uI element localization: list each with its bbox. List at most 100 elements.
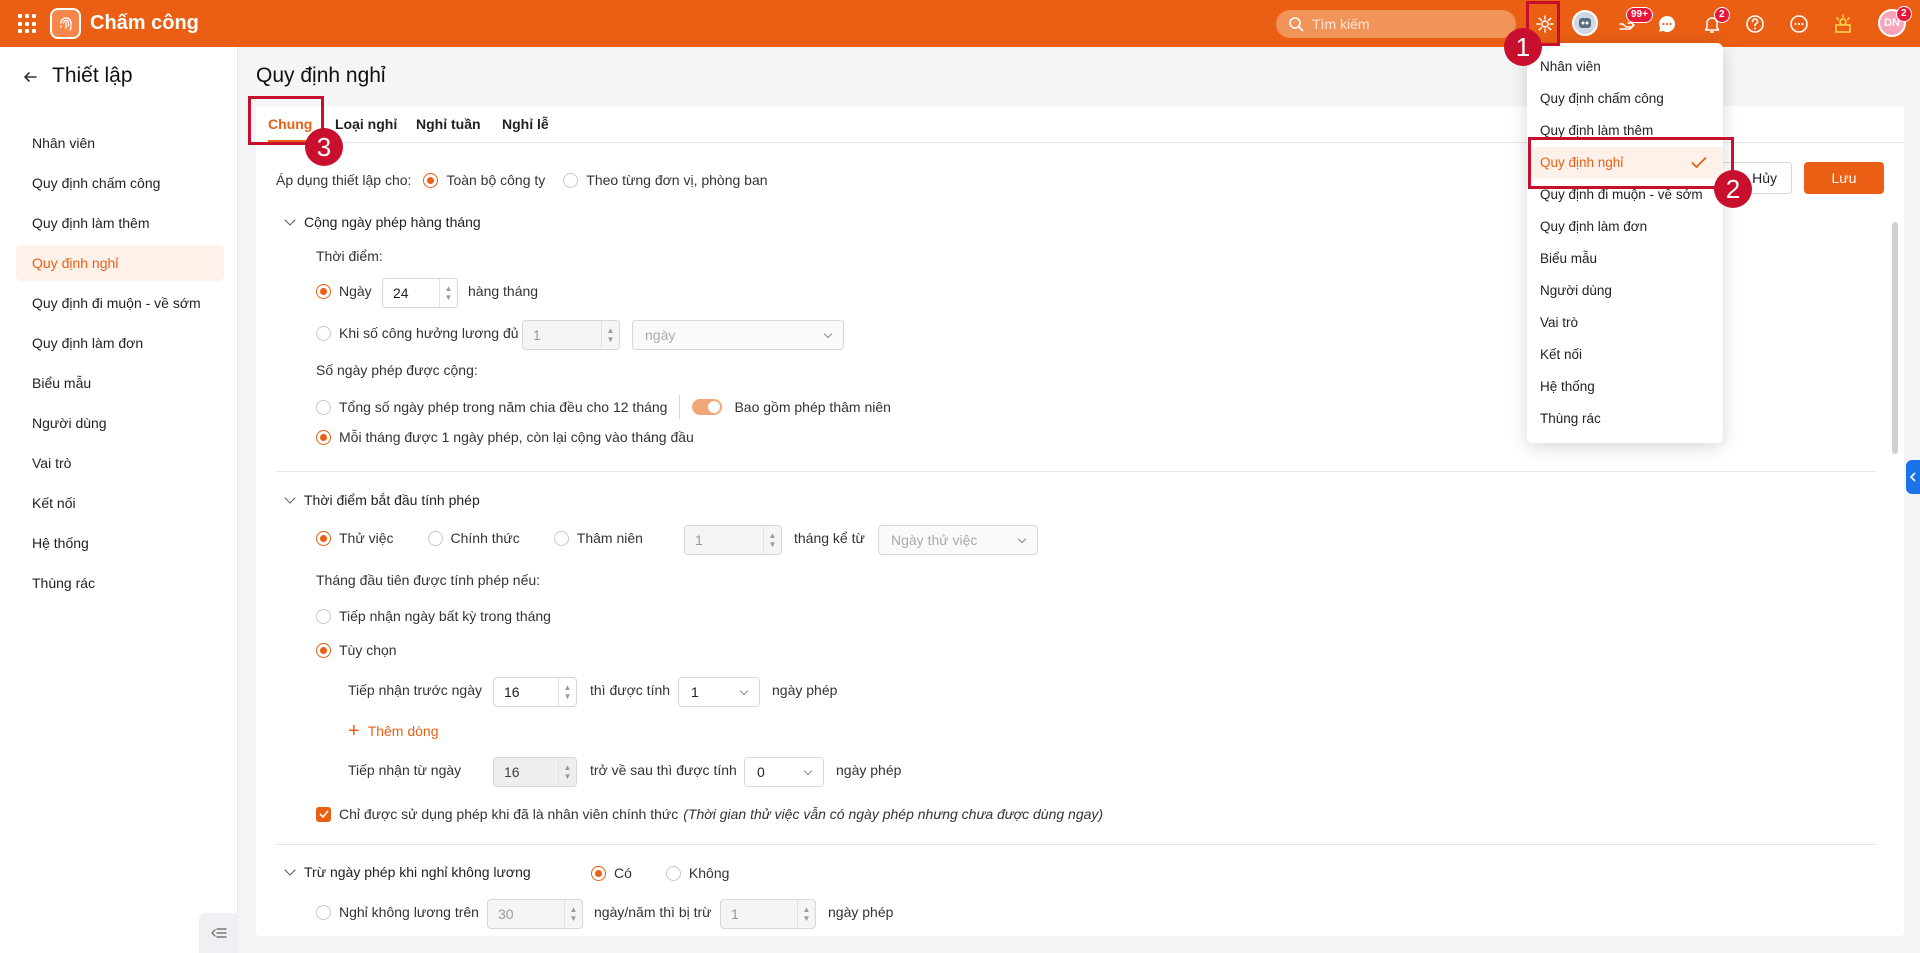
official-radio[interactable] <box>427 530 443 546</box>
from-select[interactable]: Ngày thử việc <box>878 525 1038 555</box>
menu-item-roles[interactable]: Vai trò <box>1527 307 1723 339</box>
help-button[interactable] <box>1740 9 1770 39</box>
sidebar-item-request-rules[interactable]: Quy định làm đơn <box>16 325 224 361</box>
tab-holidays[interactable]: Nghỉ lễ <box>502 116 549 132</box>
sidebar-item-leave-rules[interactable]: Quy định nghỉ <box>16 245 224 281</box>
each-radio[interactable] <box>316 429 331 445</box>
total-label[interactable]: Tổng số ngày phép trong năm chia đều cho… <box>339 399 667 415</box>
workdays-radio[interactable] <box>316 325 331 341</box>
deduct-stepper[interactable]: 1 ▲ ▼ <box>720 899 816 929</box>
sidebar-item-employees[interactable]: Nhân viên <box>16 125 224 161</box>
stepper-arrows[interactable]: ▲ ▼ <box>763 526 781 554</box>
after-select[interactable]: 0 <box>744 757 824 787</box>
stepper-arrows[interactable]: ▲ ▼ <box>564 900 582 928</box>
save-button[interactable]: Lưu <box>1804 162 1884 194</box>
stepper-arrows[interactable]: ▲ ▼ <box>439 279 457 307</box>
unpaid-no-radio[interactable] <box>665 865 681 881</box>
search-box[interactable] <box>1276 10 1516 38</box>
any-day-label[interactable]: Tiếp nhận ngày bất kỳ trong tháng <box>339 608 551 624</box>
app-logo[interactable] <box>50 8 81 39</box>
search-input[interactable] <box>1312 16 1502 32</box>
seniority-radio[interactable] <box>553 530 569 546</box>
day-stepper[interactable]: 24 ▲ ▼ <box>382 278 458 308</box>
tab-leave-types[interactable]: Loại nghỉ <box>335 116 397 132</box>
day-label[interactable]: Ngày <box>339 283 372 299</box>
workdays-unit-select[interactable]: ngày <box>632 320 844 350</box>
from-day-stepper[interactable]: 16 ▲ ▼ <box>493 757 577 787</box>
from-day-label: Tiếp nhận từ ngày <box>348 762 462 778</box>
any-day-radio[interactable] <box>316 608 331 624</box>
stepper-arrows[interactable]: ▲ ▼ <box>558 758 576 786</box>
counted-select[interactable]: 1 <box>678 677 760 707</box>
monthly-section-header[interactable]: Cộng ngày phép hàng tháng <box>282 214 481 230</box>
unpaid-over-label[interactable]: Nghỉ không lương trên <box>339 904 479 920</box>
apps-grid-icon[interactable] <box>18 14 38 34</box>
workdays-stepper[interactable]: 1 ▲ ▼ <box>522 320 620 350</box>
seniority-toggle[interactable] <box>692 399 723 415</box>
sidebar-item-late-early-rules[interactable]: Quy định đi muộn - về sớm <box>16 285 224 321</box>
day-radio[interactable] <box>316 283 331 299</box>
page-title: Quy định nghỉ <box>256 64 386 87</box>
sidebar-item-timekeeping-rules[interactable]: Quy định chấm công <box>16 165 224 201</box>
sidebar-item-forms[interactable]: Biểu mẫu <box>16 365 224 401</box>
unpaid-yes-label[interactable]: Có <box>614 865 632 881</box>
menu-item-connections[interactable]: Kết nối <box>1527 339 1723 371</box>
apply-company-label[interactable]: Toàn bộ công ty <box>446 172 545 188</box>
months-stepper[interactable]: 1 ▲ ▼ <box>684 525 782 555</box>
user-avatar[interactable]: DN 2 <box>1878 6 1912 37</box>
official-label[interactable]: Chính thức <box>451 530 520 546</box>
probation-label[interactable]: Thử việc <box>339 530 394 546</box>
menu-item-employees[interactable]: Nhân viên <box>1527 51 1723 83</box>
collapse-icon <box>210 928 227 938</box>
unpaid-yes-radio[interactable] <box>591 865 606 881</box>
unpaid-over-radio[interactable] <box>316 904 331 920</box>
sidebar-item-overtime-rules[interactable]: Quy định làm thêm <box>16 205 224 241</box>
menu-item-system[interactable]: Hệ thống <box>1527 371 1723 403</box>
unpaid-section-header[interactable]: Trừ ngày phép khi nghỉ không lương <box>282 864 531 880</box>
workdays-label[interactable]: Khi số công hưởng lương đủ <box>339 325 519 341</box>
apply-department-radio[interactable] <box>563 172 579 188</box>
menu-item-users[interactable]: Người dùng <box>1527 275 1723 307</box>
official-only-checkbox[interactable] <box>316 806 331 822</box>
seniority-label[interactable]: Thâm niên <box>577 530 643 546</box>
start-section-header[interactable]: Thời điểm bắt đầu tính phép <box>282 492 480 508</box>
notifications-button[interactable]: 2 <box>1697 7 1730 39</box>
unpaid-over-stepper[interactable]: 30 ▲ ▼ <box>487 899 583 929</box>
sidebar-item-system[interactable]: Hệ thống <box>16 525 224 561</box>
stepper-arrows[interactable]: ▲ ▼ <box>601 321 619 349</box>
before-stepper[interactable]: 16 ▲ ▼ <box>493 677 577 707</box>
more-button[interactable] <box>1784 9 1814 39</box>
menu-item-forms[interactable]: Biểu mẫu <box>1527 243 1723 275</box>
each-label[interactable]: Mỗi tháng được 1 ngày phép, còn lại cộng… <box>339 429 694 445</box>
total-radio[interactable] <box>316 399 331 415</box>
tab-weekly-off[interactable]: Nghỉ tuần <box>416 116 481 132</box>
menu-item-request-rules[interactable]: Quy định làm đơn <box>1527 211 1723 243</box>
stepper-arrows[interactable]: ▲ ▼ <box>797 900 815 928</box>
unpaid-no-label[interactable]: Không <box>689 865 729 881</box>
sidebar-item-roles[interactable]: Vai trò <box>16 445 224 481</box>
official-only-label[interactable]: Chỉ được sử dụng phép khi đã là nhân viê… <box>339 806 678 822</box>
custom-radio[interactable] <box>316 642 331 658</box>
robot-avatar[interactable] <box>1572 10 1598 36</box>
side-panel-toggle[interactable] <box>1906 460 1920 494</box>
back-arrow-icon[interactable] <box>22 69 38 85</box>
menu-item-timekeeping-rules[interactable]: Quy định chấm công <box>1527 83 1723 115</box>
sidebar-collapse-button[interactable] <box>199 913 238 953</box>
tasks-button[interactable]: 99+ <box>1612 7 1653 39</box>
sidebar-item-connections[interactable]: Kết nối <box>16 485 224 521</box>
apply-company-radio[interactable] <box>423 172 439 188</box>
user-badge: 2 <box>1896 6 1912 22</box>
start-options-row: Thử việc Chính thức Thâm niên <box>316 530 643 546</box>
custom-label[interactable]: Tùy chọn <box>339 642 397 658</box>
vertical-scrollbar[interactable] <box>1892 222 1898 454</box>
sidebar-item-users[interactable]: Người dùng <box>16 405 224 441</box>
chat-button[interactable] <box>1652 9 1682 39</box>
add-row-button[interactable]: + Thêm dòng <box>348 721 439 741</box>
rewards-button[interactable] <box>1828 9 1858 39</box>
apply-department-label[interactable]: Theo từng đơn vị, phòng ban <box>586 172 767 188</box>
probation-radio[interactable] <box>316 530 331 546</box>
menu-item-trash[interactable]: Thùng rác <box>1527 403 1723 435</box>
sidebar-item-trash[interactable]: Thùng rác <box>16 565 224 601</box>
stepper-arrows[interactable]: ▲ ▼ <box>558 678 576 706</box>
search-icon <box>1289 17 1304 32</box>
